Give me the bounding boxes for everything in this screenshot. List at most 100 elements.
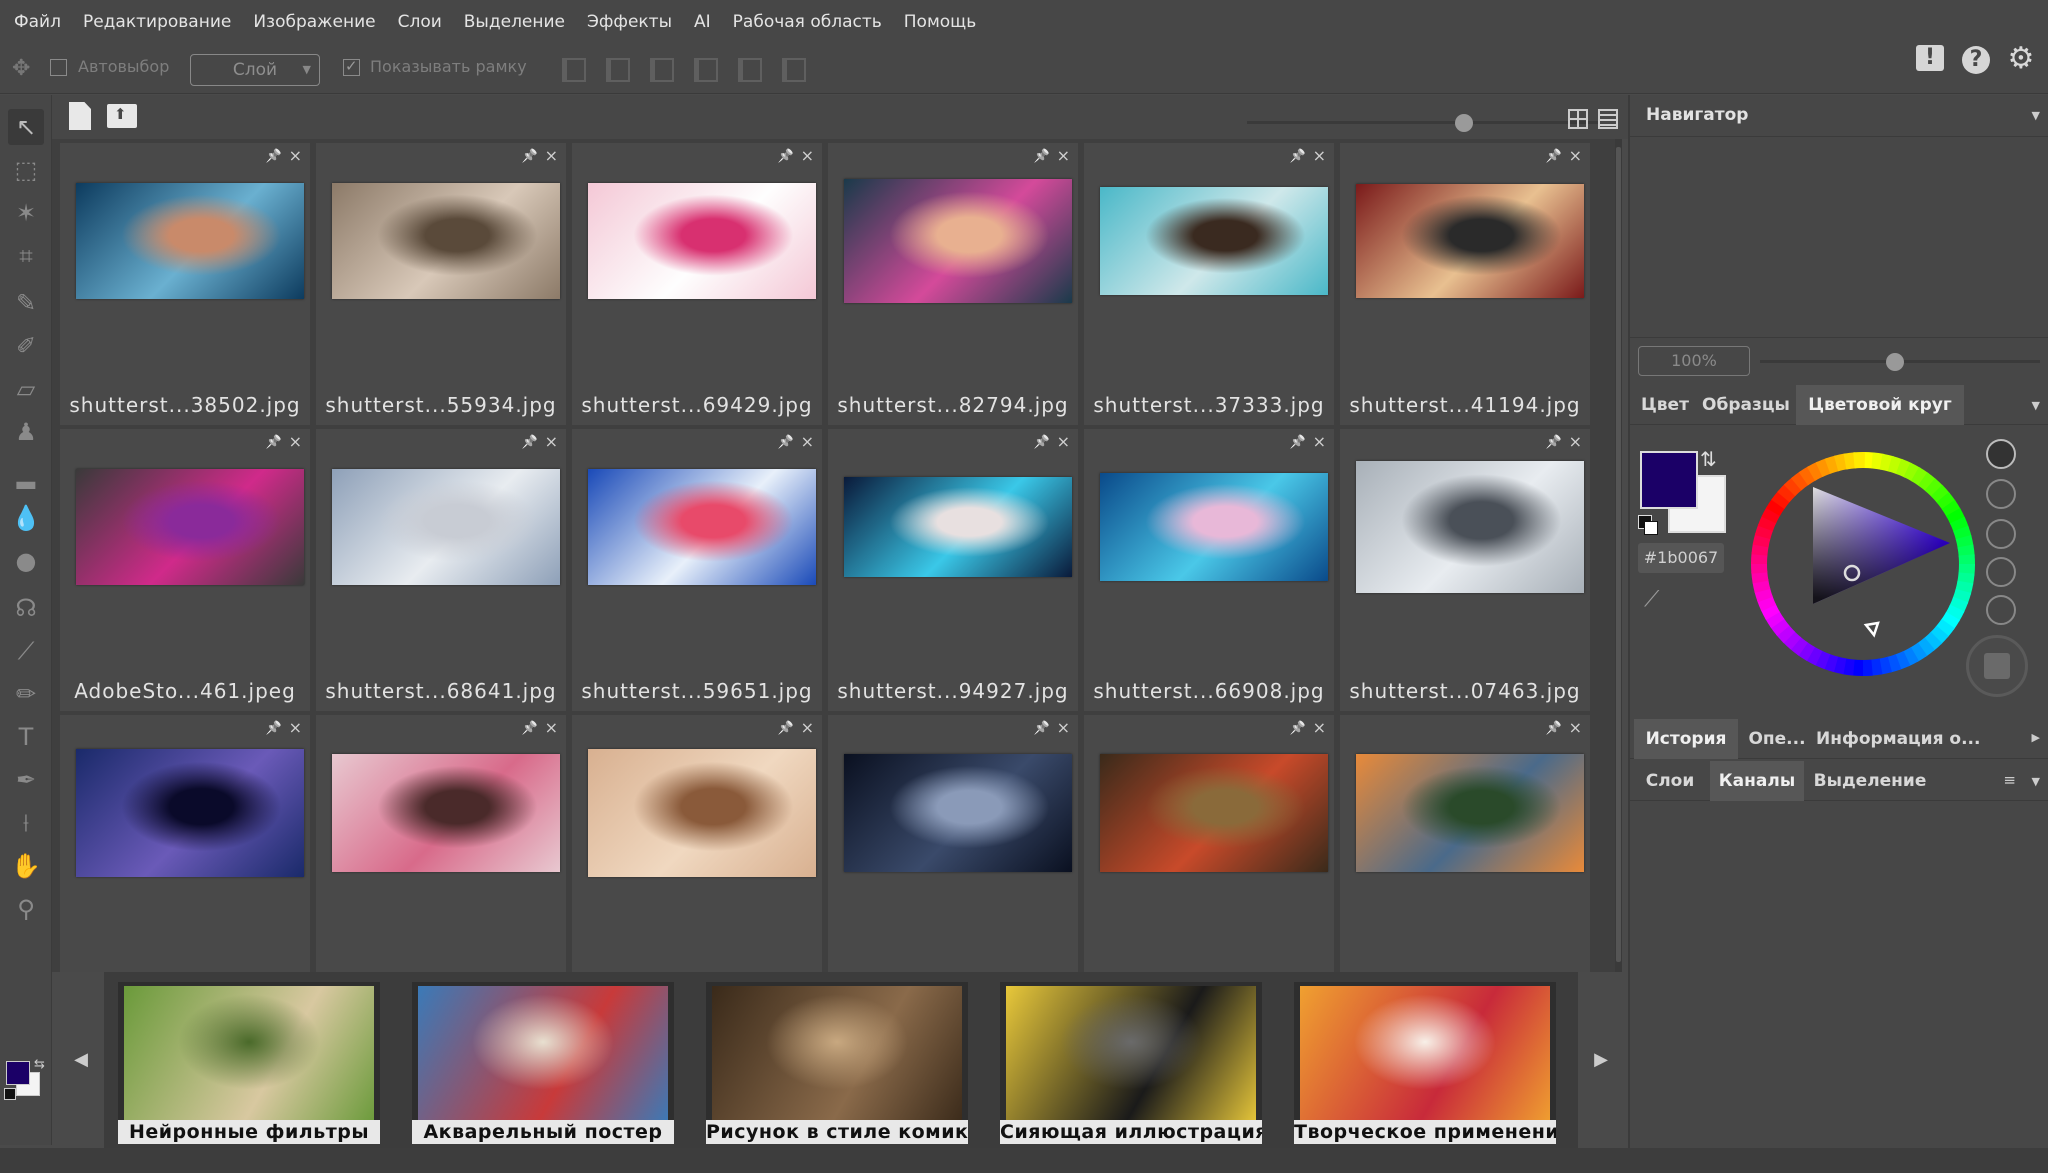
- hue-marker[interactable]: [1863, 621, 1880, 638]
- thumbnail-image[interactable]: [76, 749, 304, 877]
- filmstrip-item[interactable]: Сияющая иллюстрация: [1000, 982, 1262, 1144]
- close-icon[interactable]: ×: [1057, 146, 1070, 165]
- tab-color-wheel[interactable]: Цветовой круг: [1796, 385, 1964, 425]
- tab-color[interactable]: Цвет: [1634, 385, 1696, 425]
- close-icon[interactable]: ×: [1313, 432, 1326, 451]
- thumbnail-image[interactable]: [844, 179, 1072, 303]
- magic-wand-tool-icon[interactable]: ✶: [8, 195, 44, 231]
- thumbnail-size-slider-handle[interactable]: [1455, 114, 1473, 132]
- zoom-slider-handle[interactable]: [1886, 353, 1904, 371]
- close-icon[interactable]: ×: [801, 146, 814, 165]
- thumbnail-cell[interactable]: 📌 × shutterst...07463.jpg: [1340, 429, 1590, 711]
- thumbnail-image[interactable]: [332, 183, 560, 299]
- menu-item-0[interactable]: Файл: [14, 12, 61, 32]
- fill-tool-icon[interactable]: ▱: [8, 371, 44, 407]
- filmstrip-image[interactable]: [124, 986, 374, 1126]
- thumbnail-image[interactable]: [1356, 754, 1584, 872]
- autoselect-checkbox[interactable]: [50, 59, 67, 76]
- settings-icon[interactable]: ⚙: [2006, 44, 2036, 74]
- menu-item-2[interactable]: Изображение: [253, 12, 375, 32]
- thumbnail-cell[interactable]: 📌 ×: [316, 715, 566, 972]
- menu-item-6[interactable]: AI: [694, 12, 711, 32]
- align-center-horizontal-icon[interactable]: [606, 58, 630, 82]
- thumbnail-cell[interactable]: 📌 × shutterst...69429.jpg: [572, 143, 822, 425]
- swap-colors-icon[interactable]: ⇆: [34, 1057, 45, 1072]
- filmstrip-image[interactable]: [1006, 986, 1256, 1126]
- thumbnail-cell[interactable]: 📌 × shutterst...68641.jpg: [316, 429, 566, 711]
- tab-operations[interactable]: Опе...: [1742, 719, 1812, 759]
- thumbnail-cell[interactable]: 📌 × shutterst...38502.jpg: [60, 143, 310, 425]
- dodge-tool-icon[interactable]: ●: [8, 543, 44, 579]
- align-middle-vertical-icon[interactable]: [738, 58, 762, 82]
- pin-icon[interactable]: 📌: [778, 435, 794, 450]
- pin-icon[interactable]: 📌: [1290, 435, 1306, 450]
- wheel-mode-3-icon[interactable]: [1986, 519, 2016, 549]
- thumbnail-cell[interactable]: 📌 × AdobeSto...461.jpeg: [60, 429, 310, 711]
- smudge-tool-icon[interactable]: ⟋: [8, 633, 44, 669]
- menu-item-4[interactable]: Выделение: [464, 12, 565, 32]
- eyedropper-icon[interactable]: ⟋: [1644, 587, 1659, 612]
- pin-icon[interactable]: 📌: [266, 149, 282, 164]
- filmstrip-image[interactable]: [418, 986, 668, 1126]
- healing-tool-icon[interactable]: ▂: [8, 457, 44, 493]
- thumbnail-cell[interactable]: 📌 × shutterst...59651.jpg: [572, 429, 822, 711]
- list-view-icon[interactable]: [1598, 109, 1618, 129]
- pin-icon[interactable]: 📌: [1034, 435, 1050, 450]
- brush-tool-icon[interactable]: ✎: [8, 285, 44, 321]
- thumbnail-cell[interactable]: 📌 ×: [828, 715, 1078, 972]
- blur-tool-icon[interactable]: 💧: [8, 500, 44, 536]
- menu-item-5[interactable]: Эффекты: [587, 12, 672, 32]
- eraser-tool-icon[interactable]: ✐: [8, 328, 44, 364]
- pin-icon[interactable]: 📌: [266, 435, 282, 450]
- color-wheel[interactable]: [1748, 449, 1978, 679]
- wheel-mode-5-icon[interactable]: [1986, 595, 2016, 625]
- close-icon[interactable]: ×: [801, 432, 814, 451]
- zoom-field[interactable]: 100%: [1638, 346, 1750, 376]
- filmstrip-item[interactable]: Акварельный постер: [412, 982, 674, 1144]
- thumbnail-cell[interactable]: 📌 × shutterst...82794.jpg: [828, 143, 1078, 425]
- move-tool-icon[interactable]: ↖: [8, 109, 44, 145]
- clone-stamp-tool-icon[interactable]: ♟: [8, 414, 44, 450]
- swap-colors-icon[interactable]: ⇅: [1700, 447, 1717, 471]
- pin-icon[interactable]: 📌: [1290, 721, 1306, 736]
- close-icon[interactable]: ×: [1057, 718, 1070, 737]
- close-icon[interactable]: ×: [1569, 146, 1582, 165]
- pin-icon[interactable]: 📌: [778, 721, 794, 736]
- chevron-down-icon[interactable]: ▼: [2032, 775, 2040, 788]
- foreground-color-swatch[interactable]: [6, 1061, 30, 1085]
- thumbnail-image[interactable]: [588, 749, 816, 877]
- close-icon[interactable]: ×: [1057, 432, 1070, 451]
- thumbnail-image[interactable]: [76, 183, 304, 299]
- tab-selection[interactable]: Выделение: [1808, 761, 1932, 801]
- help-icon[interactable]: ?: [1962, 46, 1990, 74]
- thumbnail-image[interactable]: [1356, 461, 1584, 593]
- marquee-tool-icon[interactable]: ⬚: [8, 152, 44, 188]
- new-document-icon[interactable]: [69, 102, 91, 130]
- menu-item-8[interactable]: Помощь: [904, 12, 976, 32]
- wheel-mode-4-icon[interactable]: [1986, 557, 2016, 587]
- foreground-color-swatch[interactable]: [1640, 451, 1698, 509]
- navigator-header[interactable]: Навигатор ▼: [1630, 95, 2048, 137]
- close-icon[interactable]: ×: [545, 146, 558, 165]
- wheel-mode-2-icon[interactable]: [1986, 479, 2016, 509]
- tab-layers[interactable]: Слои: [1634, 761, 1706, 801]
- eyedropper-tool-icon[interactable]: ⟊: [8, 805, 44, 841]
- align-left-icon[interactable]: [562, 58, 586, 82]
- chevron-down-icon[interactable]: ▼: [2032, 399, 2040, 412]
- thumbnail-image[interactable]: [1356, 184, 1584, 298]
- align-bottom-icon[interactable]: [782, 58, 806, 82]
- pin-icon[interactable]: 📌: [1546, 149, 1562, 164]
- alert-icon[interactable]: !: [1916, 45, 1944, 71]
- filmstrip-image[interactable]: [1300, 986, 1550, 1126]
- chevron-right-icon[interactable]: ▶: [2032, 731, 2040, 744]
- pin-icon[interactable]: 📌: [522, 435, 538, 450]
- thumbnail-image[interactable]: [844, 754, 1072, 872]
- pin-icon[interactable]: 📌: [522, 149, 538, 164]
- liquify-tool-icon[interactable]: ☊: [8, 590, 44, 626]
- thumbnail-cell[interactable]: 📌 × shutterst...94927.jpg: [828, 429, 1078, 711]
- navigator-preview[interactable]: [1630, 137, 2048, 337]
- thumbnail-cell[interactable]: 📌 ×: [1340, 715, 1590, 972]
- thumbnail-image[interactable]: [76, 469, 304, 585]
- zoom-tool-icon[interactable]: ⚲: [8, 891, 44, 927]
- close-icon[interactable]: ×: [801, 718, 814, 737]
